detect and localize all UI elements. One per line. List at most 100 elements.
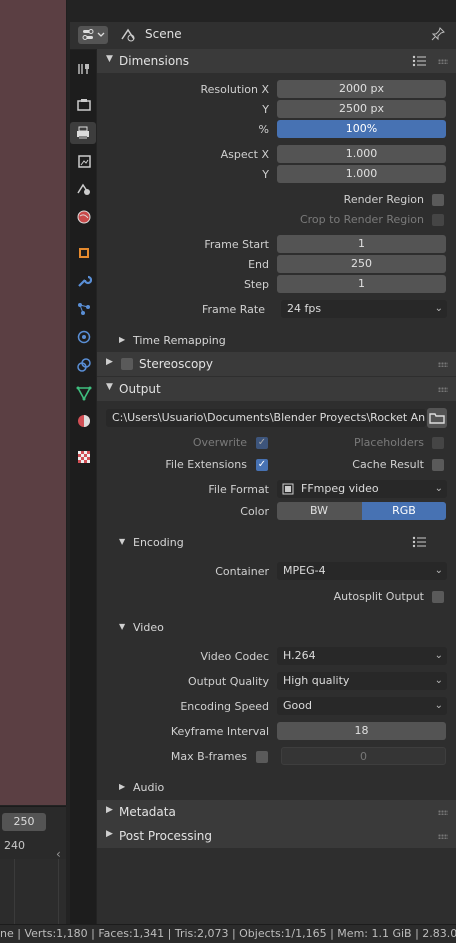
subpanel-video[interactable]: ▼ Video	[97, 618, 456, 638]
render-icon	[77, 99, 91, 111]
subpanel-time-remapping[interactable]: ▶ Time Remapping	[97, 331, 456, 351]
tab-world[interactable]	[73, 206, 95, 228]
autosplit-checkbox[interactable]	[432, 591, 444, 603]
crop-region-label: Crop to Render Region	[299, 213, 424, 226]
panel-stereoscopy-header[interactable]: ▶ Stereoscopy	[97, 352, 456, 376]
resolution-y-label: Y	[262, 103, 269, 116]
placeholders-checkbox[interactable]	[432, 437, 444, 449]
tab-view-layer[interactable]	[73, 150, 95, 172]
folder-browse-button[interactable]	[427, 408, 447, 428]
presets-list-icon	[412, 536, 426, 548]
tab-physics[interactable]	[73, 326, 95, 348]
tab-object[interactable]	[73, 242, 95, 264]
file-extensions-checkbox[interactable]: ✓	[256, 459, 268, 471]
resolution-percent-slider[interactable]: 100%	[277, 120, 446, 138]
panel-output-header[interactable]: ▼ Output	[97, 377, 456, 401]
stereoscopy-checkbox[interactable]	[121, 358, 133, 370]
render-region-checkbox[interactable]	[432, 194, 444, 206]
tab-output[interactable]	[70, 122, 96, 144]
timeline-editor[interactable]: 250 240 ‹	[0, 806, 66, 931]
crop-region-checkbox[interactable]	[432, 214, 444, 226]
subpanel-audio[interactable]: ▶ Audio	[97, 778, 456, 798]
timeline-ruler[interactable]	[0, 859, 66, 931]
timeline-gridline	[58, 859, 59, 931]
3d-viewport[interactable]	[0, 0, 67, 805]
film-icon	[282, 483, 294, 495]
tab-particles[interactable]	[73, 298, 95, 320]
tab-scene[interactable]	[73, 178, 95, 200]
max-bframes-label: Max B-frames	[170, 750, 247, 763]
container-dropdown[interactable]: MPEG-4 ⌄	[277, 562, 447, 580]
frame-step-field[interactable]: 1	[277, 275, 446, 293]
tool-icon	[78, 64, 89, 74]
frame-end-field[interactable]: 250	[277, 255, 446, 273]
container-value: MPEG-4	[283, 564, 326, 577]
keyframe-interval-field[interactable]: 18	[277, 722, 446, 740]
world-icon	[77, 210, 91, 224]
resolution-x-label: Resolution X	[200, 83, 269, 96]
max-bframes-checkbox[interactable]	[256, 751, 268, 763]
panel-dimensions-header[interactable]: ▼ Dimensions	[97, 49, 456, 73]
drag-grip-icon[interactable]	[438, 59, 448, 64]
max-bframes-field[interactable]: 0	[281, 747, 446, 765]
chevron-down-icon: ⌄	[434, 700, 443, 711]
mesh-data-icon	[76, 386, 92, 401]
tab-modifiers[interactable]	[73, 270, 95, 292]
particles-icon	[78, 303, 90, 315]
tab-render[interactable]	[73, 94, 95, 116]
panel-title: Output	[119, 382, 161, 396]
video-codec-dropdown[interactable]: H.264 ⌄	[277, 647, 447, 665]
end-frame-field[interactable]: 250	[2, 813, 46, 831]
collapsed-triangle-icon: ▶	[119, 335, 126, 344]
tab-tool[interactable]	[73, 58, 95, 80]
tab-data[interactable]	[73, 382, 95, 404]
frame-rate-dropdown[interactable]: 24 fps ⌄	[281, 300, 447, 318]
expanded-triangle-icon: ▼	[119, 537, 126, 546]
context-label: Scene	[145, 27, 182, 41]
aspect-x-field[interactable]: 1.000	[277, 145, 446, 163]
expanded-triangle-icon: ▼	[119, 622, 126, 631]
subpanel-encoding[interactable]: ▼ Encoding	[97, 533, 456, 553]
panel-post-processing-header[interactable]: ▶ Post Processing	[97, 824, 456, 848]
frame-end-label: End	[248, 258, 269, 271]
drag-grip-icon[interactable]	[438, 834, 448, 839]
color-rgb-button[interactable]: RGB	[362, 502, 446, 520]
overwrite-label: Overwrite	[192, 436, 247, 449]
output-quality-dropdown[interactable]: High quality ⌄	[277, 672, 447, 690]
frame-start-label: Frame Start	[204, 238, 269, 251]
wrench-icon	[78, 275, 92, 287]
drag-grip-icon[interactable]	[438, 387, 448, 392]
encoding-speed-dropdown[interactable]: Good ⌄	[277, 697, 447, 715]
panel-title: Stereoscopy	[139, 357, 214, 371]
drag-grip-icon[interactable]	[438, 362, 448, 367]
overwrite-checkbox[interactable]: ✓	[256, 437, 268, 449]
file-format-dropdown[interactable]: FFmpeg video ⌄	[277, 480, 447, 498]
output-path-field[interactable]: C:\Users\Usuario\Documents\Blender Proye…	[106, 409, 426, 427]
texture-icon	[78, 451, 90, 463]
placeholders-label: Placeholders	[353, 436, 424, 449]
resolution-y-field[interactable]: 2500 px	[277, 100, 446, 118]
folder-icon	[429, 413, 445, 424]
video-codec-value: H.264	[283, 649, 316, 662]
panel-metadata-header[interactable]: ▶ Metadata	[97, 800, 456, 824]
color-bw-button[interactable]: BW	[277, 502, 361, 520]
aspect-y-label: Y	[262, 168, 269, 181]
tab-constraints[interactable]	[73, 354, 95, 376]
chevron-down-icon: ⌄	[434, 303, 443, 314]
pin-icon[interactable]	[430, 26, 446, 45]
cache-result-checkbox[interactable]	[432, 459, 444, 471]
color-mode-toggle: BW RGB	[277, 502, 446, 520]
frame-start-field[interactable]: 1	[277, 235, 446, 253]
scene-props-icon	[77, 183, 90, 195]
chevron-down-icon: ⌄	[434, 565, 443, 576]
aspect-y-field[interactable]: 1.000	[277, 165, 446, 183]
file-format-label: File Format	[208, 483, 269, 496]
editor-type-button[interactable]	[78, 26, 108, 44]
cache-result-label: Cache Result	[352, 458, 424, 471]
container-label: Container	[215, 565, 269, 578]
tab-texture[interactable]	[73, 446, 95, 468]
resolution-x-field[interactable]: 2000 px	[277, 80, 446, 98]
drag-grip-icon[interactable]	[438, 810, 448, 815]
tab-material[interactable]	[73, 410, 95, 432]
subpanel-title: Time Remapping	[133, 334, 226, 347]
